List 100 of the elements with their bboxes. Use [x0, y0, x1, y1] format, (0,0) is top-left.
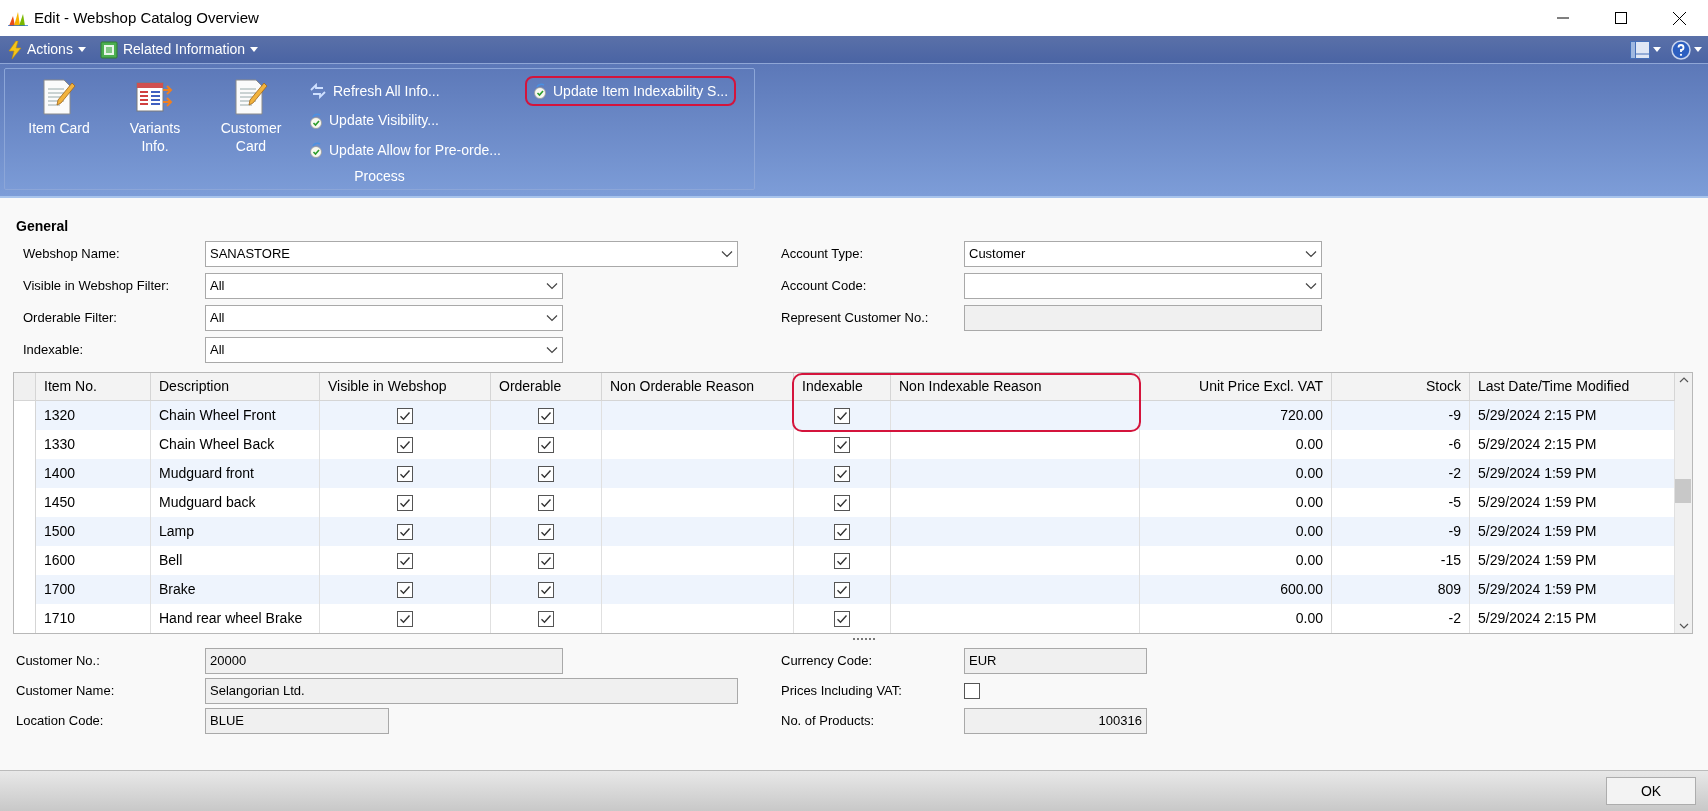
scroll-thumb[interactable]	[1675, 479, 1691, 503]
dropdown-field[interactable]: All	[205, 273, 563, 299]
column-header[interactable]: Visible in Webshop	[320, 373, 491, 401]
column-header[interactable]: Non Indexable Reason	[891, 373, 1140, 401]
field-label: No. of Products:	[781, 712, 876, 731]
field-label: Customer Name:	[16, 682, 116, 701]
checkbox[interactable]	[397, 523, 413, 540]
dropdown-field[interactable]	[964, 273, 1322, 299]
readonly-field[interactable]: EUR	[964, 648, 1147, 674]
scrollbar[interactable]	[1675, 373, 1692, 633]
group-label: Process	[353, 167, 406, 186]
field-label: Visible in Webshop Filter:	[23, 277, 171, 296]
checkbox[interactable]	[834, 465, 850, 482]
column-header[interactable]: Description	[151, 373, 320, 401]
check-circle-icon	[309, 112, 323, 129]
caret-icon	[250, 47, 259, 52]
field-label: Orderable Filter:	[23, 309, 118, 328]
checkbox[interactable]	[397, 465, 413, 482]
column-header[interactable]: Stock	[1332, 373, 1470, 401]
table-cell: 0.00	[1140, 604, 1332, 633]
field-label: Prices Including VAT:	[781, 682, 903, 701]
checkbox[interactable]	[538, 523, 554, 540]
ribbon-button[interactable]: Refresh All Info...	[305, 76, 505, 106]
checkbox[interactable]	[538, 436, 554, 453]
field-label: Customer No.:	[16, 652, 101, 671]
document-pencil-icon	[234, 79, 268, 115]
chevron-down-icon	[546, 282, 558, 290]
checkbox[interactable]	[834, 494, 850, 511]
menu-button[interactable]: Related Information	[97, 39, 261, 60]
checkbox[interactable]	[538, 610, 554, 627]
window-title: Edit - Webshop Catalog Overview	[34, 7, 259, 28]
dropdown-field[interactable]: All	[205, 337, 563, 363]
ribbon-button[interactable]: Update Visibility...	[305, 105, 505, 136]
layout-icon	[1630, 40, 1650, 59]
checkbox[interactable]	[834, 610, 850, 627]
section-title: General	[16, 218, 70, 234]
checkbox[interactable]	[834, 436, 850, 453]
lightning-icon	[8, 40, 22, 59]
check-circle-icon	[309, 142, 323, 159]
column-header[interactable]: Unit Price Excl. VAT	[1140, 373, 1332, 401]
scroll-up-icon	[1678, 377, 1689, 383]
readonly-field[interactable]: BLUE	[205, 708, 389, 734]
checkbox[interactable]	[397, 436, 413, 453]
ok-button[interactable]: OK	[1606, 777, 1696, 805]
checkbox[interactable]	[834, 407, 850, 424]
checkbox[interactable]	[397, 610, 413, 627]
column-header[interactable]: Item No.	[36, 373, 151, 401]
readonly-field[interactable]: Selangorian Ltd.	[205, 678, 738, 704]
column-header[interactable]: Orderable	[491, 373, 602, 401]
book-icon	[99, 40, 118, 59]
field-label: Indexable:	[23, 341, 84, 360]
chevron-down-icon	[546, 346, 558, 354]
table-arrows-icon	[136, 80, 174, 114]
dropdown-field[interactable]: All	[205, 305, 563, 331]
close-icon	[1672, 11, 1686, 25]
ribbon-button[interactable]: Update Item Indexability S...	[525, 76, 737, 106]
chevron-down-icon	[1305, 282, 1317, 290]
field-label: Currency Code:	[781, 652, 874, 671]
menu-button[interactable]: Actions	[6, 39, 88, 60]
checkbox[interactable]	[538, 552, 554, 569]
readonly-field[interactable]: 20000	[205, 648, 563, 674]
column-header[interactable]: Non Orderable Reason	[602, 373, 794, 401]
checkbox[interactable]	[538, 407, 554, 424]
scroll-down-icon	[1678, 623, 1689, 629]
checkbox[interactable]	[538, 494, 554, 511]
readonly-field[interactable]: 100316	[964, 708, 1147, 734]
minimize-icon	[1557, 17, 1569, 19]
field-label: Account Type:	[781, 245, 865, 264]
maximize-icon	[1615, 12, 1627, 24]
column-header[interactable]: Last Date/Time Modified	[1470, 373, 1675, 401]
dropdown-field[interactable]: Customer	[964, 241, 1322, 267]
help-button[interactable]	[1671, 39, 1702, 60]
chevron-down-icon	[721, 250, 733, 258]
readonly-field[interactable]	[964, 305, 1322, 331]
checkbox[interactable]	[834, 581, 850, 598]
checkbox[interactable]	[397, 407, 413, 424]
field-label: Location Code:	[16, 712, 105, 731]
checkbox[interactable]	[397, 552, 413, 569]
table-cell: 1710	[36, 604, 151, 633]
checkbox[interactable]	[964, 683, 980, 699]
caret-icon	[1653, 47, 1661, 52]
table-cell: -2	[1332, 604, 1470, 633]
checkbox[interactable]	[397, 494, 413, 511]
dropdown-field[interactable]: SANASTORE	[205, 241, 738, 267]
refresh-icon	[309, 83, 327, 99]
checkbox[interactable]	[538, 465, 554, 482]
caret-icon	[1694, 47, 1702, 52]
column-header[interactable]: Indexable	[794, 373, 891, 401]
layout-button[interactable]	[1630, 40, 1661, 59]
checkbox[interactable]	[538, 581, 554, 598]
splitter-grip-icon[interactable]	[853, 637, 875, 641]
table-cell: Hand rear wheel Brake	[151, 604, 320, 633]
help-icon	[1671, 39, 1691, 60]
field-label: Account Code:	[781, 277, 868, 296]
chevron-down-icon	[1305, 250, 1317, 258]
header-cell	[14, 373, 36, 401]
checkbox[interactable]	[397, 581, 413, 598]
checkbox[interactable]	[834, 552, 850, 569]
checkbox[interactable]	[834, 523, 850, 540]
caret-icon	[77, 47, 86, 52]
